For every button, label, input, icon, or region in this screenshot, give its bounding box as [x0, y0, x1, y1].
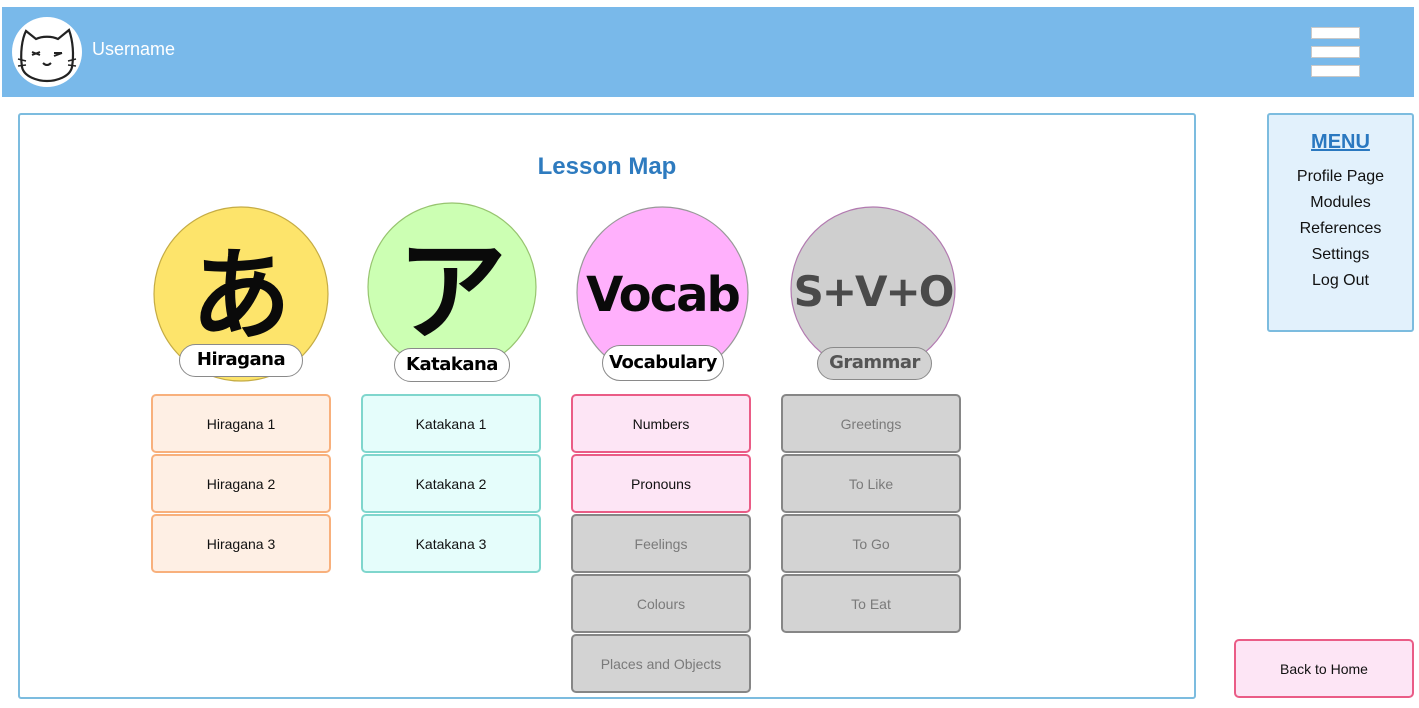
- lesson-button-hiragana-3[interactable]: Hiragana 3: [151, 514, 331, 573]
- katakana-module-icon[interactable]: ア: [367, 202, 537, 372]
- lesson-button-places-and-objects[interactable]: Places and Objects: [571, 634, 751, 693]
- lesson-button-hiragana-2[interactable]: Hiragana 2: [151, 454, 331, 513]
- lesson-button-numbers[interactable]: Numbers: [571, 394, 751, 453]
- lesson-button-hiragana-1[interactable]: Hiragana 1: [151, 394, 331, 453]
- lesson-button-feelings[interactable]: Feelings: [571, 514, 751, 573]
- hamburger-icon[interactable]: [1311, 27, 1360, 77]
- menu-item-references[interactable]: References: [1269, 216, 1412, 242]
- menu-title: MENU: [1311, 131, 1370, 153]
- menu-item-profile-page[interactable]: Profile Page: [1269, 164, 1412, 190]
- menu-item-settings[interactable]: Settings: [1269, 242, 1412, 268]
- menu-item-modules[interactable]: Modules: [1269, 190, 1412, 216]
- lesson-button-to-like[interactable]: To Like: [781, 454, 961, 513]
- svg-text:S+V+O: S+V+O: [794, 267, 953, 316]
- lesson-button-greetings[interactable]: Greetings: [781, 394, 961, 453]
- lesson-button-colours[interactable]: Colours: [571, 574, 751, 633]
- grammar-module-label: Grammar: [817, 347, 932, 380]
- hiragana-module-label: Hiragana: [179, 344, 303, 377]
- lesson-button-katakana-1[interactable]: Katakana 1: [361, 394, 541, 453]
- top-header: Username: [2, 7, 1414, 97]
- katakana-module-label: Katakana: [394, 348, 510, 382]
- lesson-button-pronouns[interactable]: Pronouns: [571, 454, 751, 513]
- side-menu: MENU Profile Page Modules References Set…: [1267, 113, 1414, 332]
- cat-face-icon: [17, 28, 77, 83]
- page-title: Lesson Map: [537, 153, 677, 180]
- lesson-button-to-go[interactable]: To Go: [781, 514, 961, 573]
- svg-text:ア: ア: [397, 228, 507, 356]
- lesson-button-katakana-3[interactable]: Katakana 3: [361, 514, 541, 573]
- back-to-home-button[interactable]: Back to Home: [1234, 639, 1414, 698]
- lesson-map-panel: Lesson Map あ Hiragana ア Katakana Vocab V…: [18, 113, 1196, 699]
- menu-item-log-out[interactable]: Log Out: [1269, 268, 1412, 294]
- avatar[interactable]: [12, 17, 82, 87]
- vocabulary-module-label: Vocabulary: [602, 345, 724, 381]
- lesson-button-katakana-2[interactable]: Katakana 2: [361, 454, 541, 513]
- username-label: Username: [92, 39, 176, 59]
- lesson-button-to-eat[interactable]: To Eat: [781, 574, 961, 633]
- svg-text:Vocab: Vocab: [586, 267, 739, 323]
- svg-text:あ: あ: [191, 237, 291, 354]
